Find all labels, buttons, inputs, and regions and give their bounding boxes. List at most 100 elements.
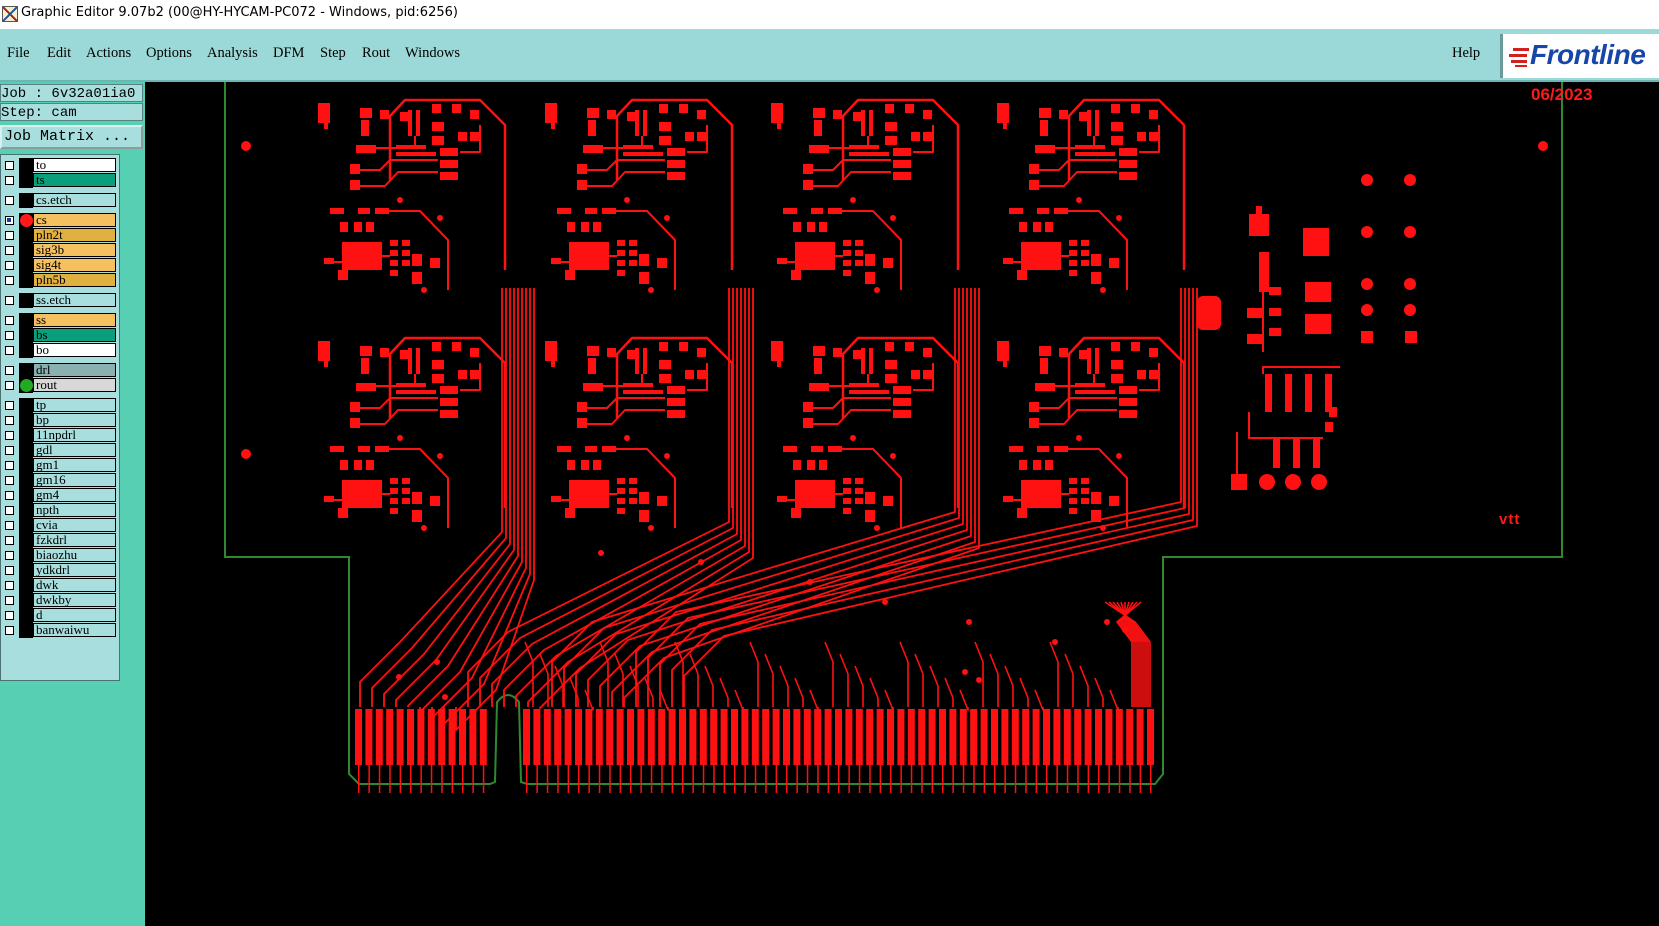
- layer-name[interactable]: tp: [33, 398, 116, 412]
- layer-checkbox[interactable]: [5, 231, 14, 240]
- layer-affect-cell[interactable]: [19, 473, 33, 488]
- layer-row-dwkby[interactable]: dwkby: [1, 593, 119, 608]
- layer-affect-cell[interactable]: [19, 608, 33, 623]
- layer-affect-cell[interactable]: [19, 228, 33, 243]
- layer-name[interactable]: sig3b: [33, 243, 116, 257]
- layer-name[interactable]: bo: [33, 343, 116, 357]
- layer-affect-cell[interactable]: [19, 193, 33, 208]
- layer-checkbox[interactable]: [5, 276, 14, 285]
- layer-row-11npdrl[interactable]: 11npdrl: [1, 428, 119, 443]
- layer-name[interactable]: biaozhu: [33, 548, 116, 562]
- layer-name[interactable]: pln5b: [33, 273, 116, 287]
- layer-checkbox[interactable]: [5, 446, 14, 455]
- layer-name[interactable]: ts: [33, 173, 116, 187]
- layer-row-ydkdrl[interactable]: ydkdrl: [1, 563, 119, 578]
- job-matrix-button[interactable]: Job Matrix ...: [0, 125, 143, 149]
- layer-checkbox[interactable]: [5, 566, 14, 575]
- layer-affect-cell[interactable]: [19, 258, 33, 273]
- layer-checkbox[interactable]: [5, 506, 14, 515]
- layer-name[interactable]: banwaiwu: [33, 623, 116, 637]
- layer-checkbox[interactable]: [5, 346, 14, 355]
- layer-row-cvia[interactable]: cvia: [1, 518, 119, 533]
- layer-affect-cell[interactable]: [19, 488, 33, 503]
- layer-affect-cell[interactable]: [19, 243, 33, 258]
- layer-row-bs[interactable]: bs: [1, 328, 119, 343]
- menu-dfm[interactable]: DFM: [273, 45, 304, 62]
- layer-row-npth[interactable]: npth: [1, 503, 119, 518]
- layer-affect-cell[interactable]: [19, 518, 33, 533]
- layer-affect-cell[interactable]: [19, 293, 33, 308]
- layer-row-cs-etch[interactable]: cs.etch: [1, 193, 119, 208]
- menu-windows[interactable]: Windows: [405, 45, 460, 62]
- layer-row-sig4t[interactable]: sig4t: [1, 258, 119, 273]
- layer-row-cs[interactable]: cs: [1, 213, 119, 228]
- layer-affect-cell[interactable]: [19, 328, 33, 343]
- layer-affect-cell[interactable]: [19, 313, 33, 328]
- layer-name[interactable]: dwk: [33, 578, 116, 592]
- layer-name[interactable]: ydkdrl: [33, 563, 116, 577]
- layer-checkbox[interactable]: [5, 416, 14, 425]
- layer-name[interactable]: cvia: [33, 518, 116, 532]
- layer-affect-cell[interactable]: [19, 398, 33, 413]
- layer-checkbox[interactable]: [5, 366, 14, 375]
- layer-name[interactable]: rout: [33, 378, 116, 392]
- layer-affect-cell[interactable]: [19, 173, 33, 188]
- layer-checkbox[interactable]: [5, 536, 14, 545]
- layer-affect-cell[interactable]: [19, 413, 33, 428]
- layer-affect-cell[interactable]: [19, 533, 33, 548]
- layer-checkbox[interactable]: [5, 476, 14, 485]
- layer-row-to[interactable]: to: [1, 158, 119, 173]
- layer-row-ss[interactable]: ss: [1, 313, 119, 328]
- layer-row-bp[interactable]: bp: [1, 413, 119, 428]
- layer-checkbox[interactable]: [5, 401, 14, 410]
- layer-affect-cell[interactable]: [19, 548, 33, 563]
- layer-affect-cell[interactable]: [19, 443, 33, 458]
- layer-name[interactable]: to: [33, 158, 116, 172]
- layer-checkbox[interactable]: [5, 196, 14, 205]
- layer-row-sig3b[interactable]: sig3b: [1, 243, 119, 258]
- layer-checkbox[interactable]: [5, 316, 14, 325]
- layer-affect-cell[interactable]: [19, 343, 33, 358]
- layer-name[interactable]: pln2t: [33, 228, 116, 242]
- layer-name[interactable]: cs.etch: [33, 193, 116, 207]
- layer-row-gdl[interactable]: gdl: [1, 443, 119, 458]
- layer-name[interactable]: fzkdrl: [33, 533, 116, 547]
- layer-checkbox[interactable]: [5, 331, 14, 340]
- layer-row-d[interactable]: d: [1, 608, 119, 623]
- layer-name[interactable]: 11npdrl: [33, 428, 116, 442]
- layer-checkbox[interactable]: [5, 581, 14, 590]
- layer-affect-cell[interactable]: [19, 213, 33, 228]
- layer-checkbox[interactable]: [5, 246, 14, 255]
- layer-row-tp[interactable]: tp: [1, 398, 119, 413]
- layer-row-gm16[interactable]: gm16: [1, 473, 119, 488]
- layer-checkbox[interactable]: [5, 296, 14, 305]
- layer-row-bo[interactable]: bo: [1, 343, 119, 358]
- layer-name[interactable]: ss: [33, 313, 116, 327]
- layer-name[interactable]: bs: [33, 328, 116, 342]
- menu-help[interactable]: Help: [1452, 45, 1480, 62]
- layer-name[interactable]: gm4: [33, 488, 116, 502]
- layer-affect-cell[interactable]: [19, 503, 33, 518]
- layer-checkbox[interactable]: [5, 611, 14, 620]
- layer-name[interactable]: bp: [33, 413, 116, 427]
- layer-row-dwk[interactable]: dwk: [1, 578, 119, 593]
- layer-affect-cell[interactable]: [19, 363, 33, 378]
- layer-affect-cell[interactable]: [19, 273, 33, 288]
- layer-checkbox[interactable]: [5, 431, 14, 440]
- layer-name[interactable]: dwkby: [33, 593, 116, 607]
- layer-checkbox[interactable]: [5, 216, 14, 225]
- layer-row-drl[interactable]: drl: [1, 363, 119, 378]
- layer-row-gm4[interactable]: gm4: [1, 488, 119, 503]
- layer-checkbox[interactable]: [5, 176, 14, 185]
- layer-checkbox[interactable]: [5, 521, 14, 530]
- layer-name[interactable]: cs: [33, 213, 116, 227]
- menu-step[interactable]: Step: [320, 45, 346, 62]
- layer-checkbox[interactable]: [5, 551, 14, 560]
- layer-checkbox[interactable]: [5, 491, 14, 500]
- layer-name[interactable]: d: [33, 608, 116, 622]
- layer-name[interactable]: sig4t: [33, 258, 116, 272]
- layer-checkbox[interactable]: [5, 596, 14, 605]
- layer-name[interactable]: drl: [33, 363, 116, 377]
- layer-affect-cell[interactable]: [19, 593, 33, 608]
- graphics-canvas[interactable]: 06/2023 vtt: [145, 82, 1659, 926]
